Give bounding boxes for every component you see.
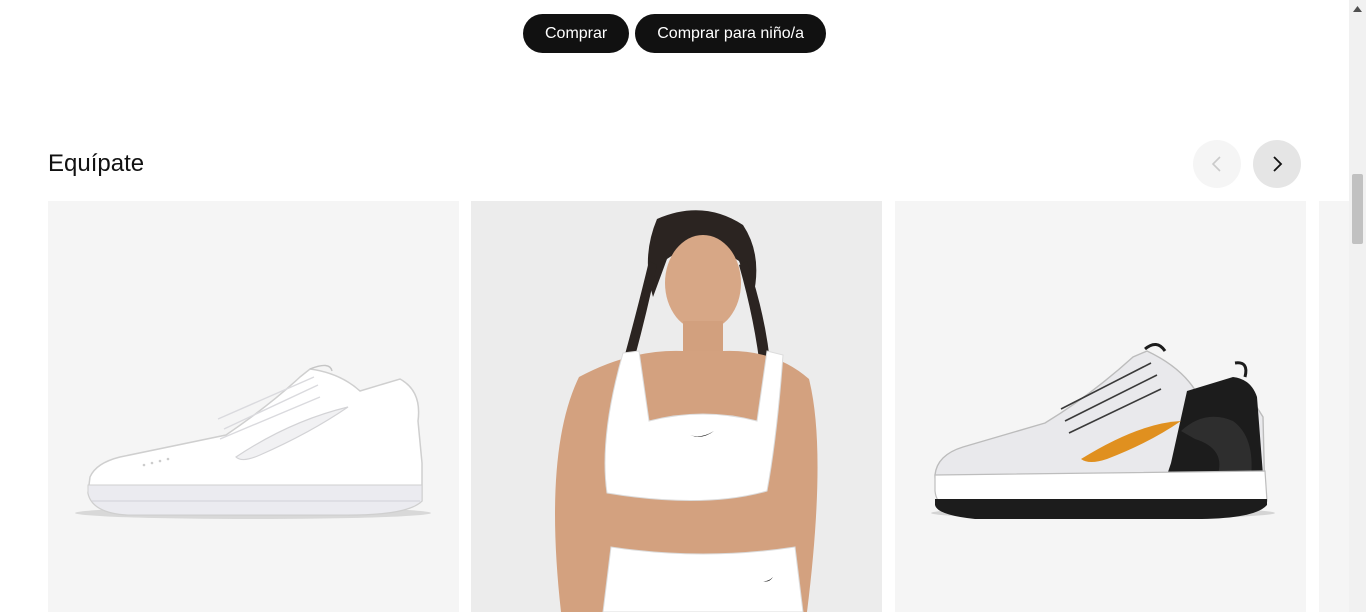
chevron-right-icon xyxy=(1273,156,1283,172)
shop-button[interactable]: Comprar xyxy=(523,14,630,53)
carousel-prev-button[interactable] xyxy=(1193,140,1241,188)
product-card[interactable] xyxy=(1319,201,1349,612)
chevron-left-icon xyxy=(1211,156,1221,172)
shop-kids-button[interactable]: Comprar para niño/a xyxy=(635,14,826,53)
cta-row: Comprar Comprar para niño/a xyxy=(0,14,1349,53)
white-sneaker-image xyxy=(75,364,431,519)
section-title: Equípate xyxy=(48,150,145,177)
product-carousel xyxy=(48,201,1349,612)
grey-black-orange-training-shoe-image xyxy=(931,343,1275,519)
scrollbar-thumb[interactable] xyxy=(1352,174,1363,244)
product-card[interactable] xyxy=(471,201,882,612)
partial-product-image xyxy=(1319,201,1349,612)
scroll-up-arrow-icon[interactable] xyxy=(1349,0,1366,17)
carousel-next-button[interactable] xyxy=(1253,140,1301,188)
product-card[interactable] xyxy=(48,201,459,612)
page-scrollbar[interactable] xyxy=(1349,0,1366,612)
product-card[interactable] xyxy=(895,201,1306,612)
white-sports-bra-image xyxy=(471,201,882,612)
